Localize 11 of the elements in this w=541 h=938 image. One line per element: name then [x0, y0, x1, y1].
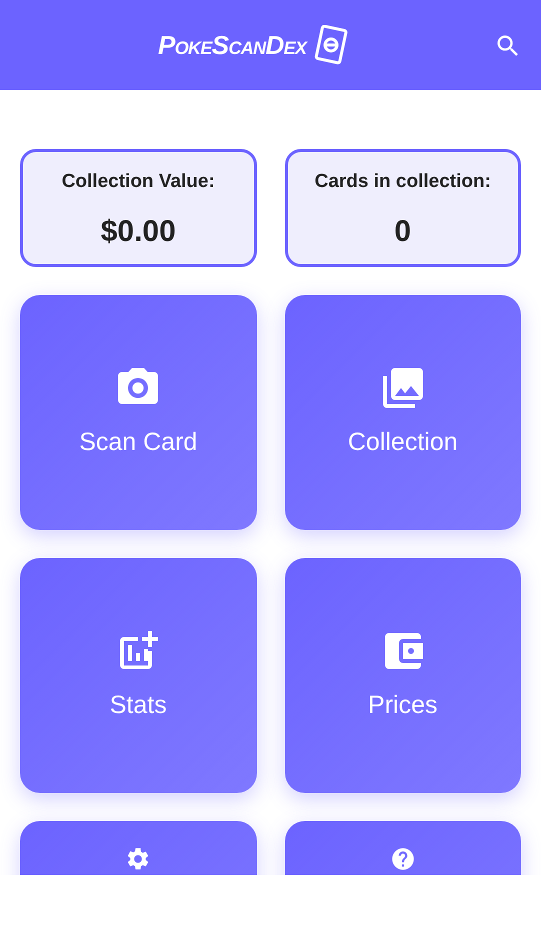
stat-label: Collection Value: [62, 170, 215, 194]
stat-value: 0 [394, 214, 412, 250]
stat-label: Cards in collection: [314, 170, 491, 194]
menu-tile[interactable]: Scan Card [20, 295, 256, 530]
card-icon [314, 25, 350, 65]
stat-value: $0.00 [100, 214, 176, 250]
menu-tile[interactable]: Stats [20, 558, 256, 793]
menu-tile[interactable]: Collection [284, 295, 521, 530]
menu-tile[interactable]: Prices [284, 558, 521, 793]
help-icon [390, 846, 416, 872]
app-logo: PokeScanDex [158, 28, 306, 62]
